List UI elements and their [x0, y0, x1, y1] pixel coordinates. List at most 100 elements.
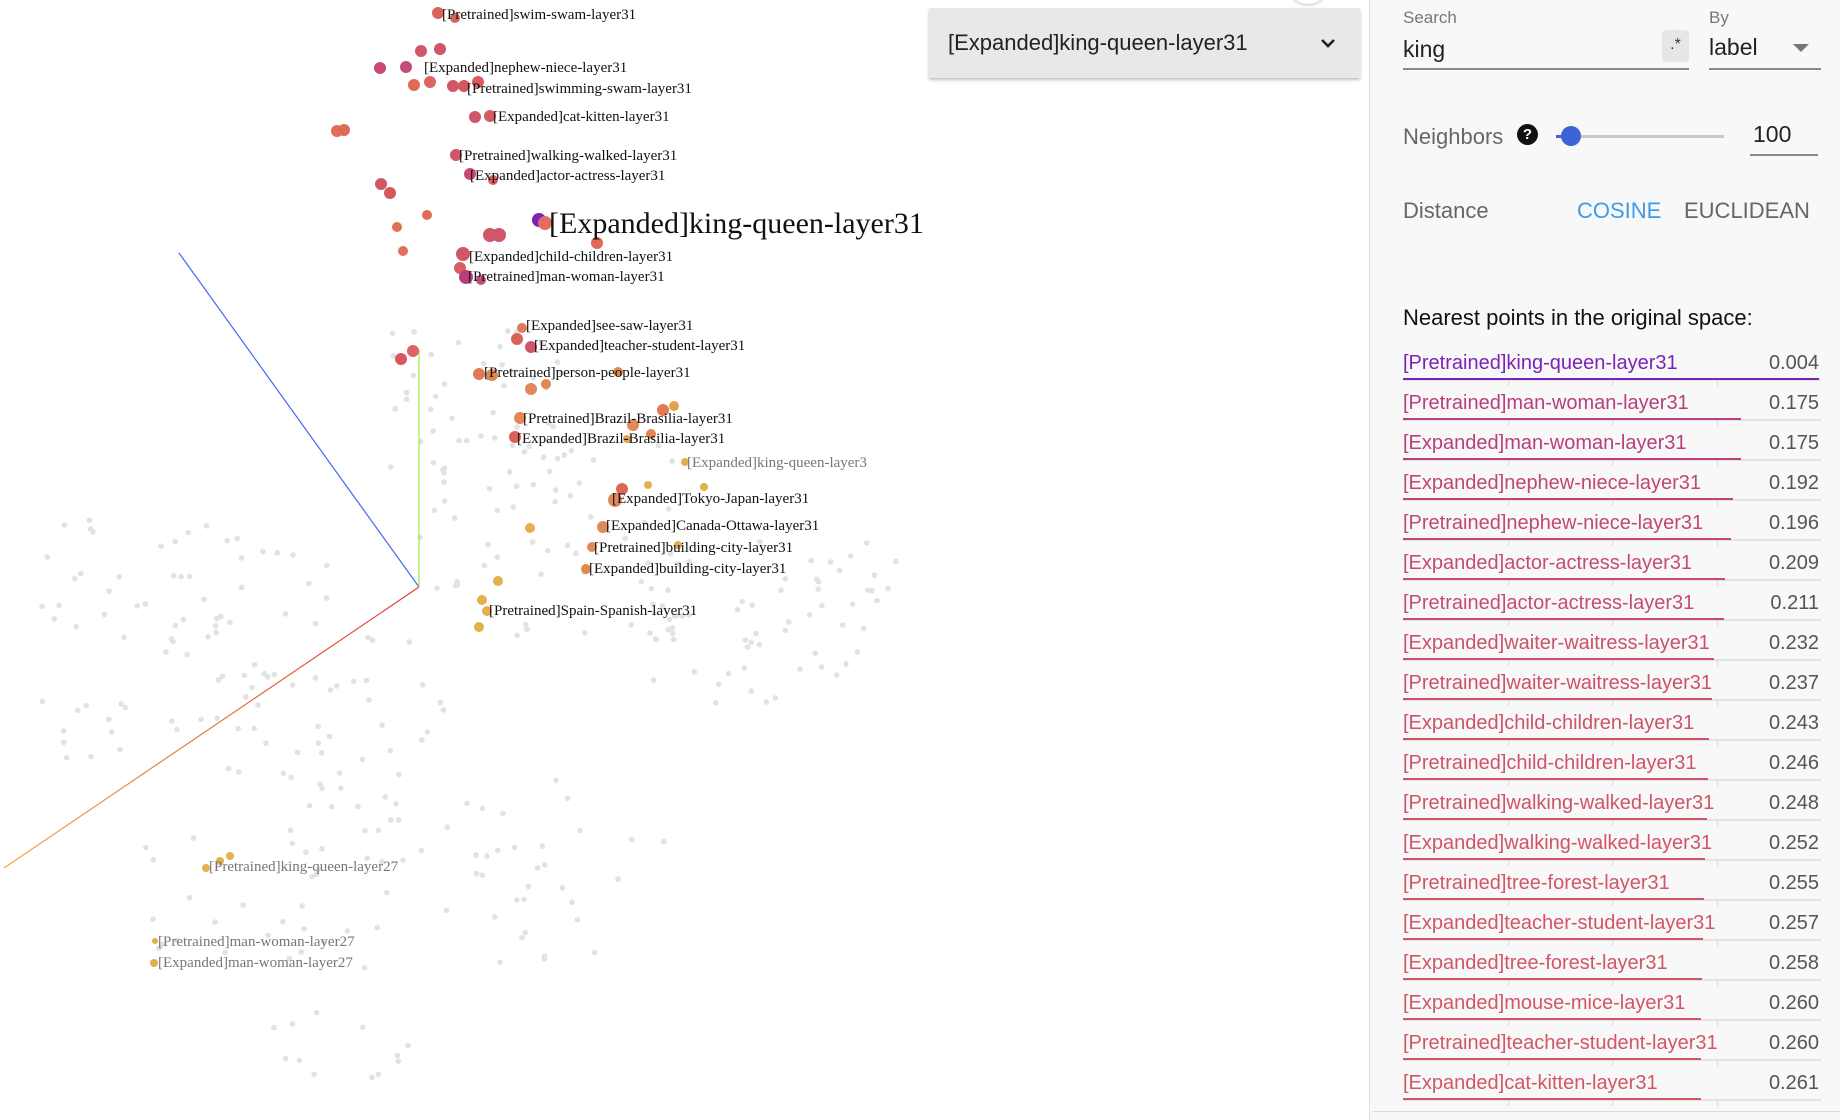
embedding-point[interactable] — [523, 621, 529, 628]
embedding-point[interactable] — [227, 619, 233, 626]
search-input[interactable] — [1403, 34, 1643, 64]
embedding-point[interactable] — [567, 493, 574, 499]
embedding-point[interactable] — [184, 651, 190, 658]
nearest-point-row[interactable]: [Pretrained]child-children-layer31 0.246 — [1403, 744, 1821, 786]
embedding-point[interactable] — [444, 824, 451, 831]
embedding-point[interactable] — [893, 558, 899, 565]
embedding-point[interactable] — [315, 723, 321, 730]
embedding-point[interactable] — [294, 749, 301, 756]
embedding-point[interactable] — [369, 1074, 375, 1081]
nearest-point-link[interactable]: [Expanded]teacher-student-layer31 — [1403, 912, 1715, 935]
embedding-point[interactable] — [478, 433, 484, 440]
nearest-point-link[interactable]: [Pretrained]actor-actress-layer31 — [1403, 592, 1694, 615]
embedding-point[interactable] — [428, 406, 434, 413]
embedding-point[interactable] — [669, 458, 675, 464]
embedding-point[interactable] — [143, 844, 149, 851]
embedding-point[interactable] — [734, 606, 741, 613]
embedding-point[interactable] — [375, 827, 382, 834]
embedding-point[interactable] — [628, 836, 635, 843]
embedding-point[interactable] — [443, 907, 450, 914]
embedding-point[interactable] — [260, 548, 266, 555]
embedding-point[interactable] — [501, 382, 507, 389]
embedding-point[interactable] — [744, 644, 751, 650]
embedding-point[interactable] — [186, 894, 193, 901]
nearest-point-link[interactable]: [Pretrained]man-woman-layer31 — [1403, 392, 1689, 415]
embedding-point[interactable] — [479, 805, 486, 812]
embedding-point[interactable] — [158, 543, 164, 549]
embedding-point[interactable] — [396, 771, 402, 778]
embedding-point[interactable] — [553, 777, 559, 784]
embedding-point[interactable] — [492, 435, 498, 441]
embedding-point[interactable] — [150, 856, 156, 863]
embedding-point[interactable] — [492, 914, 498, 920]
highlighted-point[interactable] — [525, 523, 535, 533]
embedding-point[interactable] — [344, 928, 351, 934]
embedding-point[interactable] — [382, 794, 389, 800]
embedding-point[interactable] — [564, 542, 571, 549]
embedding-point[interactable] — [742, 637, 749, 643]
point-label[interactable]: [Expanded]see-saw-layer31 — [526, 318, 693, 334]
embedding-point[interactable] — [440, 467, 446, 473]
embedding-point[interactable] — [108, 729, 115, 735]
embedding-point[interactable] — [403, 389, 410, 396]
highlighted-point[interactable] — [644, 481, 652, 489]
nearest-point-row[interactable]: [Pretrained]tree-forest-layer31 0.255 — [1403, 864, 1821, 906]
embedding-point[interactable] — [83, 702, 89, 709]
point-label[interactable]: [Pretrained]Brazil-Brasilia-layer31 — [523, 411, 733, 427]
point-label[interactable]: [Pretrained]swimming-swam-layer31 — [467, 81, 692, 97]
nearest-point-row[interactable]: [Expanded]actor-actress-layer31 0.209 — [1403, 544, 1821, 586]
embedding-point[interactable] — [559, 885, 565, 891]
embedding-point[interactable] — [529, 539, 536, 545]
embedding-point[interactable] — [479, 872, 486, 878]
embedding-point[interactable] — [163, 649, 169, 655]
embedding-point[interactable] — [464, 800, 470, 807]
nearest-point-link[interactable]: [Expanded]waiter-waitress-layer31 — [1403, 632, 1710, 655]
embedding-point[interactable] — [328, 804, 335, 810]
embedding-point[interactable] — [387, 748, 394, 754]
embedding-point[interactable] — [203, 523, 210, 529]
highlighted-point[interactable] — [474, 622, 484, 632]
embedding-point[interactable] — [812, 650, 818, 656]
embedding-point[interactable] — [44, 554, 51, 560]
embedding-point[interactable] — [505, 328, 511, 334]
embedding-point[interactable] — [670, 636, 677, 643]
embedding-point[interactable] — [274, 550, 281, 556]
embedding-point[interactable] — [405, 1042, 411, 1049]
embedding-point[interactable] — [312, 620, 319, 627]
highlighted-point[interactable] — [700, 483, 708, 491]
embedding-point[interactable] — [564, 795, 571, 802]
embedding-point[interactable] — [650, 677, 657, 683]
embedding-point[interactable] — [588, 514, 594, 520]
embedding-point[interactable] — [441, 479, 447, 485]
nearest-point-link[interactable]: [Expanded]cat-kitten-layer31 — [1403, 1072, 1658, 1095]
embedding-point[interactable] — [497, 343, 503, 350]
embedding-point[interactable] — [860, 625, 867, 632]
highlighted-point[interactable] — [374, 62, 386, 74]
nearest-point-row[interactable]: [Expanded]man-woman-layer31 0.175 — [1403, 424, 1821, 466]
embedding-point[interactable] — [419, 737, 425, 743]
embedding-point[interactable] — [303, 849, 309, 856]
embedding-point[interactable] — [392, 406, 399, 412]
embedding-point[interactable] — [648, 585, 655, 592]
embedding-point[interactable] — [224, 537, 230, 544]
embedding-point[interactable] — [514, 897, 520, 903]
embedding-point[interactable] — [428, 351, 435, 358]
embedding-point[interactable] — [511, 844, 518, 851]
highlighted-point[interactable] — [407, 345, 419, 357]
embedding-point[interactable] — [494, 847, 501, 854]
embedding-point[interactable] — [782, 627, 789, 634]
embedding-point[interactable] — [665, 587, 671, 593]
embedding-point[interactable] — [327, 687, 334, 693]
embedding-point[interactable] — [178, 573, 184, 580]
embedding-point[interactable] — [437, 699, 444, 706]
embedding-point[interactable] — [494, 507, 501, 514]
embedding-point[interactable] — [74, 707, 81, 714]
embedding-point[interactable] — [366, 697, 372, 703]
embedding-point[interactable] — [379, 722, 385, 728]
embedding-point[interactable] — [271, 671, 278, 678]
embedding-point[interactable] — [121, 634, 127, 640]
embedding-point[interactable] — [289, 682, 296, 688]
embedding-point[interactable] — [360, 1024, 366, 1030]
embedding-point[interactable] — [615, 876, 621, 882]
embedding-point[interactable] — [494, 554, 501, 560]
